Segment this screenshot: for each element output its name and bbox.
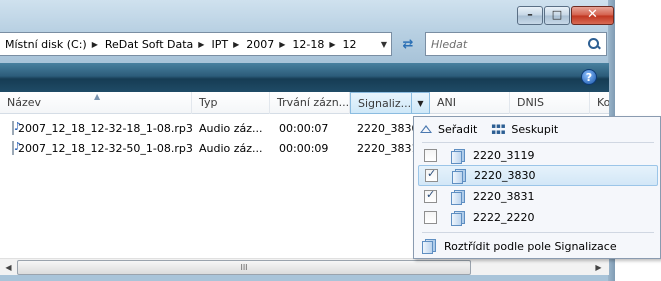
stack-icon [422,239,436,254]
column-header-row: Název ▲ Typ Trvání zázn... Signaliz... ▼… [0,92,609,114]
breadcrumb-label: 12 [342,37,357,51]
breadcrumb-arrow-icon[interactable]: ▶ [92,40,102,49]
refresh-icon: ⇄ [402,36,414,52]
sort-button[interactable]: Seřadit [420,123,477,136]
scrollbar-thumb[interactable]: III [17,260,471,275]
horizontal-scrollbar[interactable]: ◀ III ▶ [0,258,609,275]
menu-sort-group-bar: Seřadit ▪▪▪ ▪▪▪ Seskupit [414,117,660,141]
group-icon: ▪▪▪ ▪▪▪ [491,122,506,136]
filter-option-label: 2220_3119 [473,149,535,162]
file-duration: 00:00:07 [279,121,329,135]
menu-separator [422,232,654,233]
close-icon: ✕ [587,7,598,22]
breadcrumb-label: ReDat Soft Data [104,37,194,51]
sort-ascending-icon: ▲ [94,92,101,101]
file-signal: 2220_3831 [357,141,415,155]
help-icon[interactable]: ? [581,69,597,85]
audio-file-icon [12,141,21,155]
breadcrumb-arrow-icon[interactable]: ▶ [329,40,339,49]
address-dropdown-icon[interactable]: ▼ [377,40,391,49]
filter-checkbox[interactable] [424,188,437,203]
file-type: Audio záz... [199,141,263,155]
column-label: Typ [199,96,218,109]
file-row[interactable]: 2007_12_18_12-32-18_1-08.rp3 Audio záz..… [0,118,415,138]
breadcrumb-label: Místní disk (C:) [5,37,87,51]
breadcrumb-arrow-icon[interactable]: ▶ [279,40,289,49]
stack-icon [451,148,465,164]
search-placeholder: Hledat [431,37,468,51]
column-label: Název [7,96,42,109]
filter-option[interactable]: 2222_2220 [418,207,658,228]
audio-file-icon [12,121,21,135]
file-name: 2007_12_18_12-32-50_1-08.rp3 [18,141,192,155]
column-header-ani[interactable]: ANI [430,92,510,114]
column-filter-menu: Seřadit ▪▪▪▪▪▪ Seskupit 2220_3119 2220_38… [413,116,661,259]
filter-option-label: 2222_2220 [473,211,535,224]
stack-icon [451,189,465,205]
filter-option[interactable]: 2220_3119 [418,145,658,166]
breadcrumb-arrow-icon[interactable]: ▶ [198,40,208,49]
search-icon[interactable] [588,38,600,50]
sort-label: Seřadit [438,122,478,136]
file-row[interactable]: 2007_12_18_12-32-50_1-08.rp3 Audio záz..… [0,138,415,158]
column-header-type[interactable]: Typ [192,92,270,114]
column-label: Ko [597,96,609,109]
breadcrumb-label: IPT [211,37,229,51]
breadcrumb-item[interactable]: Místní disk (C:) ▶ [2,38,102,51]
breadcrumb-item[interactable]: IPT ▶ [208,38,243,51]
filter-checkbox[interactable] [424,211,437,224]
column-label: Signaliz... [358,97,412,110]
file-duration: 00:00:09 [279,141,329,155]
column-header-ko[interactable]: Ko [590,92,609,114]
breadcrumb-item[interactable]: 12 [340,38,362,51]
breadcrumb-item[interactable]: ReDat Soft Data ▶ [102,38,209,51]
file-name: 2007_12_18_12-32-18_1-08.rp3 [18,121,192,135]
filter-checkbox[interactable] [425,167,438,182]
column-label: Trvání zázn... [277,96,350,109]
maximize-button[interactable]: □ [544,6,570,25]
group-button[interactable]: ▪▪▪ ▪▪▪ Seskupit [491,123,558,136]
file-type: Audio záz... [199,121,263,135]
search-input[interactable]: Hledat [425,32,607,56]
minimize-icon: – [527,8,533,21]
minimize-button[interactable]: – [517,6,543,25]
command-bar: ? [0,63,609,92]
menu-separator [422,142,654,143]
maximize-icon: □ [551,8,563,21]
sort-icon [420,125,432,133]
scrollbar-grip-icon: III [240,263,248,272]
breadcrumb-item[interactable]: 12-18 ▶ [289,38,339,51]
file-signal: 2220_3830 [357,121,415,135]
file-rows: 2007_12_18_12-32-18_1-08.rp3 Audio záz..… [0,118,415,158]
scroll-right-icon[interactable]: ▶ [590,260,607,275]
stack-icon [452,168,466,184]
filter-option-label: 2220_3830 [474,169,536,182]
refresh-button[interactable]: ⇄ [396,34,420,54]
address-bar[interactable]: Místní disk (C:) ▶ ReDat Soft Data ▶ IPT ▶ … [0,32,392,56]
column-label: ANI [437,96,456,109]
stack-by-label: Roztřídit podle pole Signalizace [444,239,617,253]
column-header-dnis[interactable]: DNIS [510,92,590,114]
breadcrumb-label: 12-18 [292,37,325,51]
stack-icon [451,210,465,226]
stack-by-button[interactable]: Roztřídit podle pole Signalizace [422,239,617,254]
file-name-cell: 2007_12_18_12-32-18_1-08.rp3 [0,121,192,135]
group-label: Seskupit [511,122,559,136]
breadcrumb-item[interactable]: 2007 ▶ [243,38,289,51]
filter-option[interactable]: 2220_3831 [418,186,658,207]
column-header-name[interactable]: Název ▲ [0,92,192,114]
filter-option[interactable]: 2220_3830 [418,165,658,186]
breadcrumb-label: 2007 [246,37,275,51]
column-label: DNIS [517,96,544,109]
column-filter-dropdown-icon[interactable]: ▼ [411,93,429,113]
filter-checkbox[interactable] [424,149,437,162]
column-header-duration[interactable]: Trvání zázn... [270,92,350,114]
scroll-left-icon[interactable]: ◀ [0,260,17,275]
file-name-cell: 2007_12_18_12-32-50_1-08.rp3 [0,141,192,155]
column-header-signalizace[interactable]: Signaliz... ▼ [350,92,430,114]
breadcrumb-arrow-icon[interactable]: ▶ [233,40,243,49]
caption-buttons: – □ ✕ [517,6,615,26]
filter-option-label: 2220_3831 [473,190,535,203]
close-button[interactable]: ✕ [571,6,614,25]
